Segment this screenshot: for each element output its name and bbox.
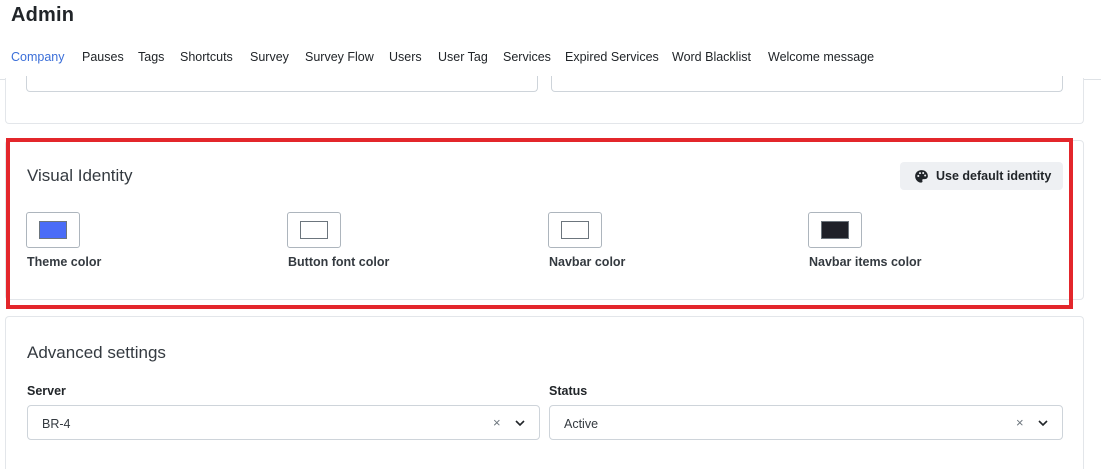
- navbar-color-swatch: [561, 221, 589, 239]
- tab-expired-services[interactable]: Expired Services: [565, 50, 659, 64]
- tab-pauses[interactable]: Pauses: [82, 50, 124, 64]
- tab-shortcuts[interactable]: Shortcuts: [180, 50, 233, 64]
- use-default-identity-button[interactable]: Use default identity: [900, 162, 1063, 190]
- advanced-settings-title: Advanced settings: [27, 343, 166, 362]
- server-select-value: BR-4: [42, 417, 71, 431]
- page-title: Admin: [11, 4, 75, 26]
- theme-color-picker[interactable]: [26, 212, 80, 248]
- visual-identity-title: Visual Identity: [27, 166, 133, 185]
- status-clear-icon[interactable]: ×: [1016, 415, 1024, 430]
- visual-identity-card: Visual Identity Use default identity The…: [5, 140, 1084, 300]
- navbar-items-color-swatch: [821, 221, 849, 239]
- tab-user-tag[interactable]: User Tag: [438, 50, 488, 64]
- advanced-settings-card: Advanced settings Server BR-4 × Status A…: [5, 316, 1084, 469]
- tab-bar: Company Pauses Tags Shortcuts Survey Sur…: [0, 44, 1101, 80]
- tab-welcome-message[interactable]: Welcome message: [768, 50, 874, 64]
- navbar-items-color-label: Navbar items color: [809, 255, 922, 269]
- theme-color-label: Theme color: [27, 255, 102, 269]
- status-select[interactable]: Active ×: [549, 405, 1063, 440]
- navbar-items-color-picker[interactable]: [808, 212, 862, 248]
- text-input[interactable]: [26, 76, 538, 92]
- status-select-value: Active: [564, 417, 599, 431]
- navbar-color-label: Navbar color: [549, 255, 626, 269]
- theme-color-swatch: [39, 221, 67, 239]
- navbar-color-picker[interactable]: [548, 212, 602, 248]
- tab-company[interactable]: Company: [11, 50, 65, 64]
- tab-tags[interactable]: Tags: [138, 50, 164, 64]
- chevron-down-icon[interactable]: [514, 417, 526, 429]
- server-label: Server: [27, 384, 66, 398]
- button-font-color-label: Button font color: [288, 255, 390, 269]
- button-font-color-swatch: [300, 221, 328, 239]
- chevron-down-icon[interactable]: [1037, 417, 1049, 429]
- palette-icon: [915, 169, 928, 183]
- status-label: Status: [549, 384, 588, 398]
- text-input[interactable]: [551, 76, 1063, 92]
- tab-survey-flow[interactable]: Survey Flow: [305, 50, 374, 64]
- tab-users[interactable]: Users: [389, 50, 422, 64]
- button-font-color-picker[interactable]: [287, 212, 341, 248]
- company-info-card: [5, 76, 1084, 124]
- tab-services[interactable]: Services: [503, 50, 551, 64]
- server-select[interactable]: BR-4 ×: [27, 405, 540, 440]
- tab-survey[interactable]: Survey: [250, 50, 289, 64]
- use-default-identity-label: Use default identity: [936, 169, 1052, 183]
- tab-word-blacklist[interactable]: Word Blacklist: [672, 50, 751, 64]
- server-clear-icon[interactable]: ×: [493, 415, 501, 430]
